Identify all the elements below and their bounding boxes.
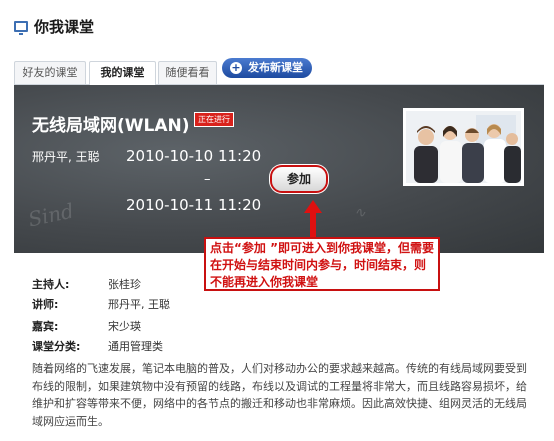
- detail-value: 张桂珍: [108, 278, 141, 291]
- course-teachers: 邢丹平, 王聪: [32, 150, 100, 164]
- status-badge: 正在进行: [194, 112, 234, 127]
- detail-row-host: 主持人: 张桂珍: [32, 276, 141, 292]
- detail-row-guest: 嘉宾: 宋少瑛: [32, 318, 141, 334]
- plus-icon: +: [230, 61, 242, 74]
- tab-friends-classes[interactable]: 好友的课堂: [14, 61, 86, 84]
- publish-new-class-button[interactable]: + 发布新课堂: [222, 58, 312, 78]
- monitor-icon: [14, 21, 28, 35]
- arrow-up-icon: [304, 200, 322, 237]
- detail-label: 主持人:: [32, 278, 70, 291]
- page-title: 你我课堂: [34, 18, 95, 36]
- detail-row-lecturer: 讲师: 邢丹平, 王聪: [32, 296, 170, 312]
- join-button[interactable]: 参加: [272, 167, 326, 191]
- publish-label: 发布新课堂: [248, 61, 303, 74]
- course-photo: [403, 108, 524, 186]
- detail-row-category: 课堂分类: 通用管理类: [32, 338, 163, 354]
- start-time: 2010-10-10 11:20: [126, 147, 262, 165]
- annotation-note: 点击“参加 ”即可进入到你我课堂，但需要在开始与结束时间内参与，时间结束，则不能…: [204, 237, 440, 291]
- page-header: 你我课堂: [14, 16, 94, 37]
- detail-label: 嘉宾:: [32, 320, 59, 333]
- time-separator: –: [204, 172, 211, 187]
- tab-my-classes[interactable]: 我的课堂: [89, 61, 156, 85]
- detail-value: 宋少瑛: [108, 320, 141, 333]
- chalk-decoration: Sind: [26, 198, 76, 232]
- tab-bar: 好友的课堂 我的课堂 随便看看 + 发布新课堂: [14, 57, 544, 85]
- detail-value: 通用管理类: [108, 340, 163, 353]
- tab-browse[interactable]: 随便看看: [158, 61, 217, 84]
- detail-value: 邢丹平, 王聪: [108, 298, 170, 311]
- course-banner: Sind ∿ 无线局域网(WLAN) 正在进行 邢丹平, 王聪 2010-10-…: [14, 85, 544, 253]
- detail-label: 讲师:: [32, 298, 59, 311]
- course-description: 随着网络的飞速发展，笔记本电脑的普及，人们对移动办公的要求越来越高。传统的有线局…: [32, 362, 527, 428]
- end-time: 2010-10-11 11:20: [126, 196, 262, 214]
- chalk-decoration: ∿: [354, 205, 366, 221]
- detail-label: 课堂分类:: [32, 340, 81, 353]
- course-title: 无线局域网(WLAN): [32, 116, 190, 136]
